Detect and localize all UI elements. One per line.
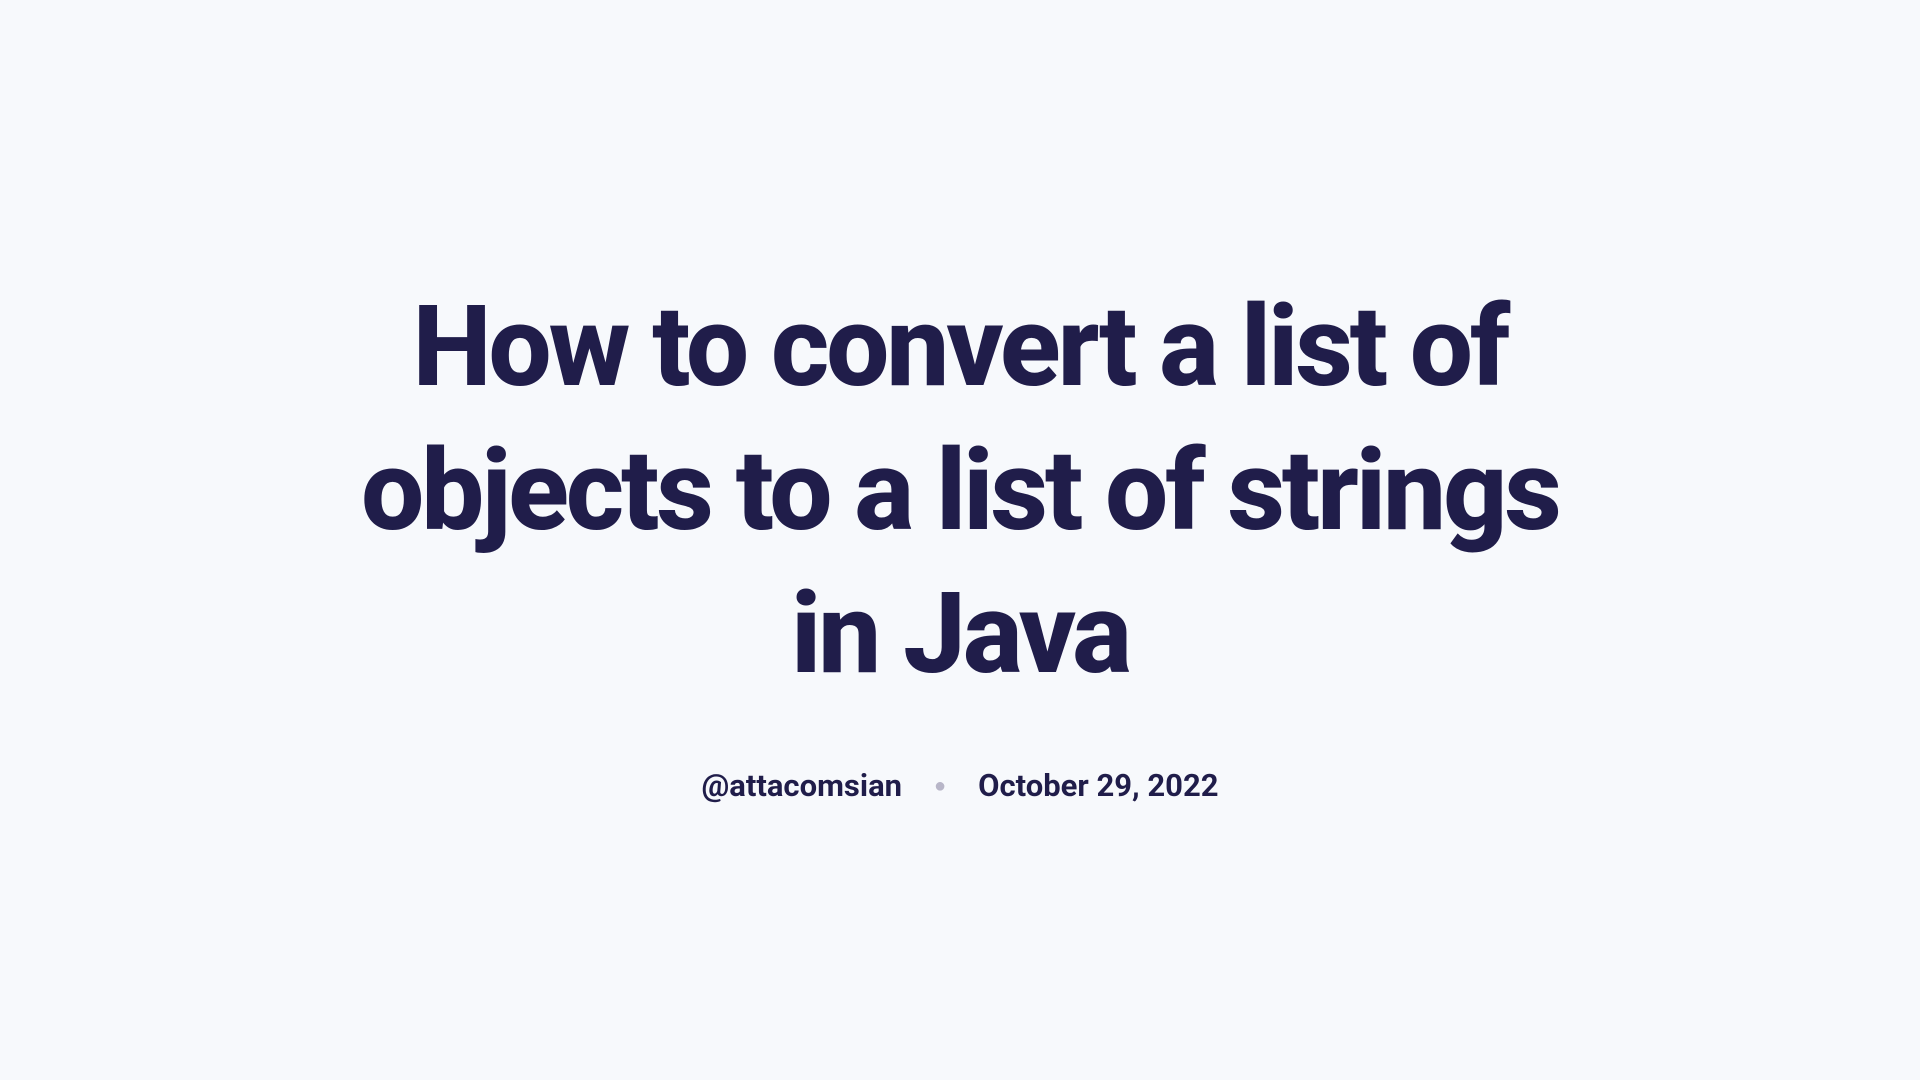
- article-header: How to convert a list of objects to a li…: [310, 276, 1610, 803]
- article-meta: @attacomsian ● October 29, 2022: [350, 767, 1570, 804]
- article-title: How to convert a list of objects to a li…: [350, 276, 1570, 706]
- article-author: @attacomsian: [701, 767, 902, 804]
- meta-separator: ●: [934, 773, 946, 798]
- article-date: October 29, 2022: [978, 767, 1218, 804]
